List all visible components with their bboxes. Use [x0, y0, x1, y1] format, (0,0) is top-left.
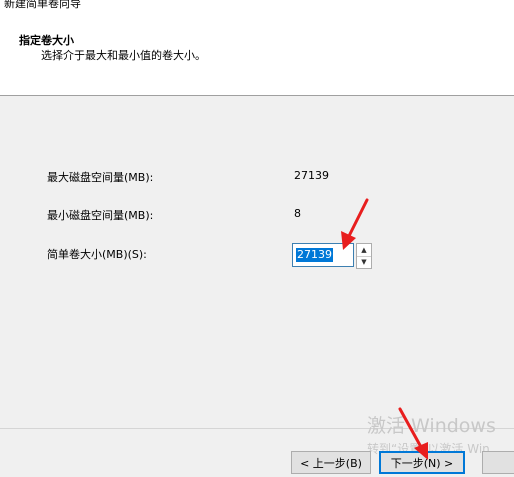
- annotation-arrows: [341, 198, 428, 460]
- annotation-arrow-icon: [398, 407, 428, 460]
- annotation-arrow-icon: [341, 198, 369, 250]
